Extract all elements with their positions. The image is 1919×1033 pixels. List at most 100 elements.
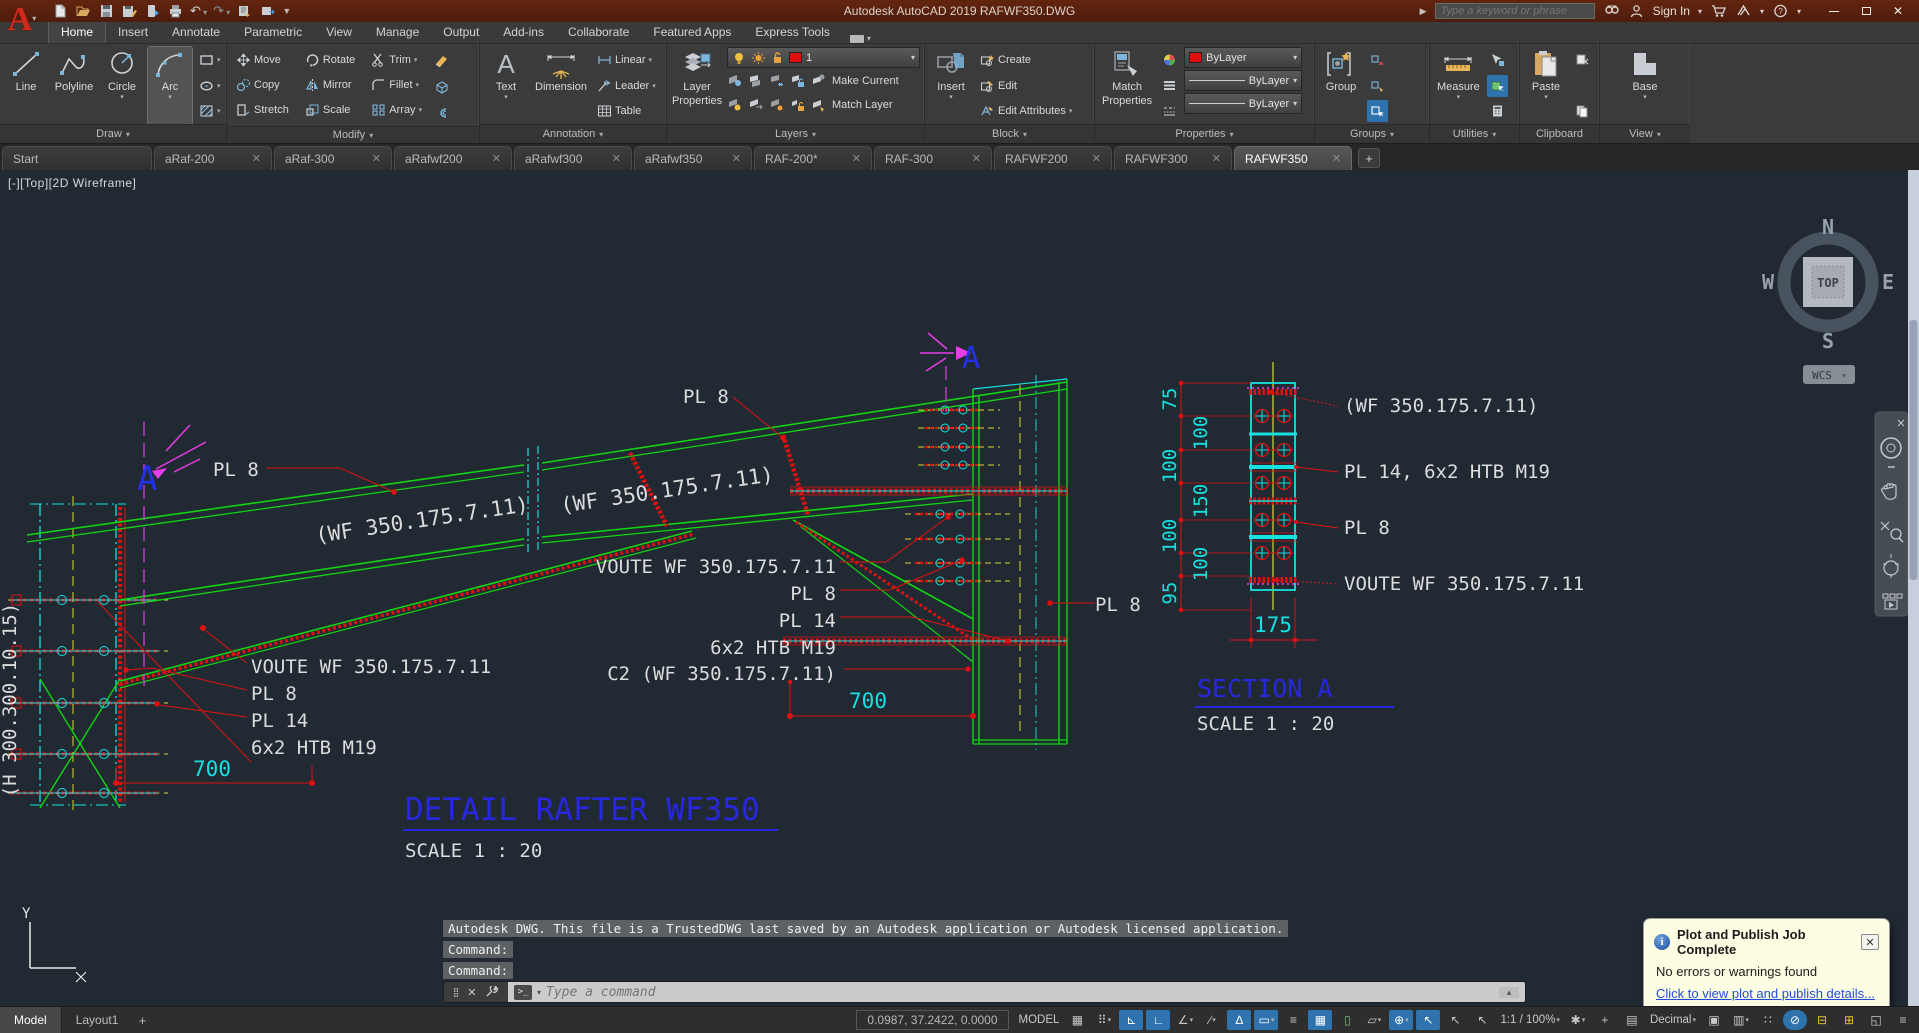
- file-tab[interactable]: aRafwf200✕: [394, 146, 512, 170]
- text-button[interactable]: A Text▾: [484, 47, 528, 124]
- command-expand-icon[interactable]: ▴: [1499, 987, 1519, 998]
- annotation-monitor-toggle[interactable]: ▣: [1702, 1010, 1726, 1030]
- layer-walk-icon[interactable]: [748, 98, 763, 112]
- save-as-icon[interactable]: [121, 4, 138, 19]
- save-icon[interactable]: [98, 4, 115, 19]
- plot-job-icon[interactable]: ⊟: [1810, 1010, 1834, 1030]
- 3d-object-snap-toggle[interactable]: ▱▾: [1362, 1010, 1386, 1030]
- lineweight-icon[interactable]: [1159, 75, 1180, 97]
- color-wheel-icon[interactable]: [1159, 49, 1180, 71]
- panel-title-annotation[interactable]: Annotation▾: [480, 124, 666, 143]
- trim-button[interactable]: Trim▾: [368, 49, 425, 71]
- circle-button[interactable]: Circle▾: [100, 47, 144, 124]
- close-icon[interactable]: ✕: [612, 152, 621, 165]
- dynamic-input-toggle[interactable]: ↖: [1416, 1010, 1440, 1030]
- tab-featured-apps[interactable]: Featured Apps: [641, 22, 743, 43]
- edit-block-button[interactable]: Edit: [977, 75, 1075, 97]
- select-objects-icon[interactable]: [1487, 75, 1508, 97]
- sign-in-dropdown-icon[interactable]: ▾: [1698, 7, 1702, 16]
- application-menu-button[interactable]: A ▾: [0, 0, 44, 44]
- app-store-cart-icon[interactable]: [1710, 4, 1727, 19]
- tab-add-ins[interactable]: Add-ins: [491, 22, 556, 43]
- quick-properties-toggle[interactable]: ↖: [1443, 1010, 1467, 1030]
- paste-button[interactable]: Paste▾: [1524, 47, 1568, 124]
- isolate-objects-button[interactable]: ⊘: [1783, 1010, 1807, 1030]
- tab-insert[interactable]: Insert: [106, 22, 160, 43]
- notification-close-button[interactable]: ✕: [1861, 934, 1879, 950]
- explode-button[interactable]: [431, 76, 452, 98]
- transparency-toggle[interactable]: ▦: [1308, 1010, 1332, 1030]
- close-icon[interactable]: ✕: [732, 152, 741, 165]
- units-dropdown[interactable]: Decimal▾: [1647, 1010, 1699, 1030]
- group-button[interactable]: Group: [1319, 47, 1363, 124]
- navigation-bar[interactable]: [1875, 412, 1908, 616]
- viewcube[interactable]: N S W E TOP WCS: [1762, 215, 1894, 384]
- close-icon[interactable]: ✕: [252, 152, 261, 165]
- model-space-button[interactable]: MODEL: [1016, 1010, 1063, 1030]
- line-button[interactable]: Line: [4, 47, 48, 124]
- leader-button[interactable]: Leader▾: [594, 75, 659, 97]
- new-drawing-tab-button[interactable]: +: [1358, 148, 1380, 168]
- fillet-button[interactable]: Fillet▾: [368, 74, 425, 96]
- command-input[interactable]: [546, 985, 1494, 1000]
- layer-lock-icon[interactable]: [790, 74, 805, 88]
- plot-mobile-icon[interactable]: [144, 4, 161, 19]
- close-button[interactable]: ✕: [1883, 2, 1913, 20]
- layout1-tab[interactable]: Layout1: [62, 1007, 133, 1033]
- recent-commands-icon[interactable]: ▾: [537, 988, 541, 997]
- plot-preview-icon[interactable]: [259, 4, 276, 19]
- panel-title-groups[interactable]: Groups▾: [1315, 124, 1429, 143]
- edit-attributes-button[interactable]: Edit Attributes▾: [977, 100, 1075, 122]
- quick-select-icon[interactable]: [1487, 49, 1508, 71]
- grid-display-toggle[interactable]: ▦: [1065, 1010, 1089, 1030]
- file-tab[interactable]: RAF-300✕: [874, 146, 992, 170]
- layer-isolate-icon[interactable]: [748, 74, 763, 88]
- autodesk-dropdown-icon[interactable]: ▾: [1760, 7, 1764, 16]
- linear-dimension-button[interactable]: Linear▾: [594, 49, 659, 71]
- panel-title-clipboard[interactable]: Clipboard: [1520, 124, 1599, 143]
- file-tab[interactable]: aRaf-200✕: [154, 146, 272, 170]
- annotation-visibility-toggle[interactable]: +: [1593, 1010, 1617, 1030]
- search-expand-icon[interactable]: ▶: [1420, 6, 1427, 17]
- lineweight-dropdown[interactable]: ByLayer▾: [1184, 93, 1302, 114]
- file-tab[interactable]: RAFWF300✕: [1114, 146, 1232, 170]
- linetype-dropdown[interactable]: ByLayer▾: [1184, 70, 1302, 91]
- tab-annotate[interactable]: Annotate: [160, 22, 232, 43]
- layer-vpfreeze-icon[interactable]: [769, 98, 784, 112]
- table-button[interactable]: Table: [594, 100, 659, 122]
- panel-title-block[interactable]: Block▾: [925, 124, 1094, 143]
- polar-tracking-toggle[interactable]: ∠▾: [1173, 1010, 1197, 1030]
- units-icon[interactable]: ▤: [1620, 1010, 1644, 1030]
- dimension-button[interactable]: Dimension: [532, 47, 590, 124]
- hatch-tool-button[interactable]: ▾: [196, 100, 224, 122]
- panel-title-modify[interactable]: Modify▾: [227, 126, 479, 143]
- layer-select-dropdown[interactable]: 1 ▾: [727, 47, 920, 68]
- array-button[interactable]: Array▾: [368, 99, 425, 121]
- move-button[interactable]: Move: [233, 49, 292, 71]
- tab-parametric[interactable]: Parametric: [232, 22, 314, 43]
- redo-icon[interactable]: ↷ ▾: [213, 4, 230, 19]
- file-tab-active[interactable]: RAFWF350✕: [1234, 146, 1352, 170]
- match-layer-button[interactable]: Match Layer: [832, 99, 893, 111]
- customization-menu-button[interactable]: ≡: [1891, 1010, 1915, 1030]
- measure-button[interactable]: Measure▾: [1434, 47, 1483, 124]
- make-current-button[interactable]: Make Current: [832, 75, 899, 87]
- workspace-switching-button[interactable]: ✱▾: [1566, 1010, 1590, 1030]
- close-icon[interactable]: ✕: [1212, 152, 1221, 165]
- group-selection-toggle[interactable]: [1367, 100, 1388, 122]
- copy-clip-icon[interactable]: [1572, 100, 1593, 122]
- help-icon[interactable]: ?: [1772, 4, 1789, 19]
- selection-cycling-toggle[interactable]: ▯: [1335, 1010, 1359, 1030]
- base-button[interactable]: Base▾: [1623, 47, 1667, 124]
- infer-constraints-toggle[interactable]: ⊾: [1119, 1010, 1143, 1030]
- color-dropdown[interactable]: ByLayer▾: [1184, 47, 1302, 68]
- snap-mode-toggle[interactable]: ⠿▾: [1092, 1010, 1116, 1030]
- linetype-icon[interactable]: [1159, 100, 1180, 122]
- help-dropdown-icon[interactable]: ▾: [1797, 7, 1801, 16]
- lock-ui-button[interactable]: ▥▾: [1729, 1010, 1753, 1030]
- file-tab[interactable]: RAFWF200✕: [994, 146, 1112, 170]
- panel-title-properties[interactable]: Properties▾: [1095, 124, 1314, 143]
- close-icon[interactable]: ✕: [972, 152, 981, 165]
- rotate-button[interactable]: Rotate: [302, 49, 358, 71]
- notification-link[interactable]: Click to view plot and publish details..…: [1656, 986, 1875, 1001]
